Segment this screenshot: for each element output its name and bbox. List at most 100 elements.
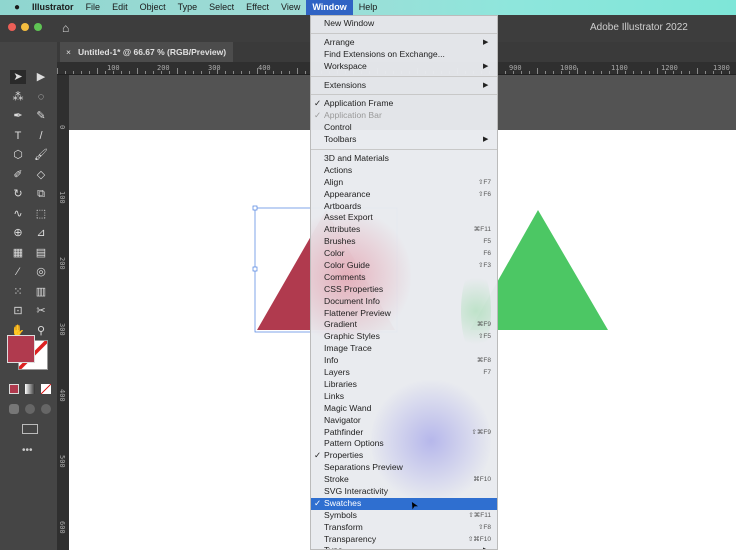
menu-type[interactable]: Type: [172, 0, 204, 15]
menu-item-graphic-styles[interactable]: Graphic Styles ⇧F5: [311, 331, 497, 343]
menu-item-info[interactable]: Info ⌘F8: [311, 355, 497, 367]
menu-item-new-window[interactable]: New Window: [311, 18, 497, 30]
menu-item-layers[interactable]: Layers F7: [311, 367, 497, 379]
menu-item-magic-wand[interactable]: Magic Wand: [311, 403, 497, 415]
lasso-tool-icon[interactable]: ◌: [33, 90, 49, 104]
menu-item-comments[interactable]: Comments: [311, 272, 497, 284]
draw-normal-button[interactable]: [9, 404, 19, 414]
pen-tool-icon[interactable]: ✒: [10, 109, 26, 123]
menu-item-workspace[interactable]: Workspace ▶: [311, 61, 497, 73]
document-tab[interactable]: × Untitled-1* @ 66.67 % (RGB/Preview): [60, 42, 233, 62]
menu-item-type[interactable]: Type▶: [311, 545, 497, 549]
selection-tool-icon[interactable]: ➤: [10, 70, 26, 84]
symbol-sprayer-tool-icon[interactable]: ⁙: [10, 285, 26, 299]
screen-mode-button[interactable]: [22, 424, 38, 434]
shape-tool-icon[interactable]: ⬡: [10, 148, 26, 162]
menu-item-artboards[interactable]: Artboards: [311, 201, 497, 213]
menu-item-3d-and-materials[interactable]: 3D and Materials: [311, 153, 497, 165]
menu-item-attributes[interactable]: Attributes ⌘F11: [311, 224, 497, 236]
gradient-tool-icon[interactable]: ▤: [33, 246, 49, 260]
more-tools-button[interactable]: •••: [22, 445, 33, 456]
menu-item-properties[interactable]: ✓ Properties: [311, 450, 497, 462]
menu-item-color[interactable]: Color F6: [311, 248, 497, 260]
line-tool-icon[interactable]: /: [33, 129, 49, 143]
zoom-tool-icon[interactable]: ⚲: [33, 324, 49, 338]
menu-item-actions[interactable]: Actions: [311, 165, 497, 177]
menu-item-appearance[interactable]: Appearance ⇧F6: [311, 189, 497, 201]
menu-item-document-info[interactable]: Document Info: [311, 296, 497, 308]
blend-tool-icon[interactable]: ◎: [33, 265, 49, 279]
menu-item-gradient[interactable]: Gradient ⌘F9: [311, 319, 497, 331]
gradient-mode-button[interactable]: [25, 384, 35, 394]
type-tool-icon[interactable]: T: [10, 129, 26, 143]
fill-swatch[interactable]: [7, 335, 35, 363]
menu-item-flattener-preview[interactable]: Flattener Preview: [311, 308, 497, 320]
menu-item-libraries[interactable]: Libraries: [311, 379, 497, 391]
menu-item-transparency[interactable]: Transparency ⇧⌘F10: [311, 534, 497, 546]
menu-item-image-trace[interactable]: Image Trace: [311, 343, 497, 355]
menu-item-extensions[interactable]: Extensions ▶: [311, 80, 497, 92]
rotate-tool-icon[interactable]: ↻: [10, 187, 26, 201]
menu-item-stroke[interactable]: Stroke ⌘F10: [311, 474, 497, 486]
draw-inside-button[interactable]: [41, 404, 51, 414]
menu-item-application-bar[interactable]: ✓ Application Bar: [311, 110, 497, 122]
magic-wand-tool-icon[interactable]: ⁂: [10, 90, 26, 104]
shape-builder-tool-icon[interactable]: ⊕: [10, 226, 26, 240]
menu-item-transform[interactable]: Transform ⇧F8: [311, 522, 497, 534]
eraser-tool-icon[interactable]: ◇: [33, 168, 49, 182]
menu-object[interactable]: Object: [134, 0, 172, 15]
menu-item-color-guide[interactable]: Color Guide ⇧F3: [311, 260, 497, 272]
menu-item-swatches[interactable]: ✓ Swatches: [311, 497, 497, 510]
eyedropper-tool-icon[interactable]: ⁄: [10, 265, 26, 279]
draw-behind-button[interactable]: [25, 404, 35, 414]
curvature-tool-icon[interactable]: ✎: [33, 109, 49, 123]
menu-view[interactable]: View: [275, 0, 306, 15]
paintbrush-tool-icon[interactable]: 🖌: [33, 148, 49, 162]
none-mode-button[interactable]: [41, 384, 51, 394]
minimize-window-button[interactable]: [21, 23, 29, 31]
direct-selection-tool-icon[interactable]: ▶: [33, 70, 49, 84]
menu-item-arrange[interactable]: Arrange ▶: [311, 37, 497, 49]
selection-handle[interactable]: [252, 266, 258, 272]
mesh-tool-icon[interactable]: ▦: [10, 246, 26, 260]
menu-item-symbols[interactable]: Symbols ⇧⌘F11: [311, 510, 497, 522]
perspective-tool-icon[interactable]: ⊿: [33, 226, 49, 240]
close-window-button[interactable]: [8, 23, 16, 31]
menu-item-align[interactable]: Align ⇧F7: [311, 177, 497, 189]
apple-menu-icon[interactable]: ●: [0, 0, 26, 15]
menu-item-toolbars[interactable]: Toolbars ▶: [311, 134, 497, 146]
zoom-window-button[interactable]: [34, 23, 42, 31]
shaper-tool-icon[interactable]: ✐: [10, 168, 26, 182]
scale-tool-icon[interactable]: ⧉: [33, 187, 49, 201]
home-icon[interactable]: ⌂: [62, 21, 69, 35]
menu-app[interactable]: Illustrator: [26, 0, 80, 15]
menu-item-links[interactable]: Links: [311, 391, 497, 403]
menu-item-separations-preview[interactable]: Separations Preview: [311, 462, 497, 474]
menu-effect[interactable]: Effect: [240, 0, 275, 15]
slice-tool-icon[interactable]: ✂: [33, 304, 49, 318]
menu-item-find-extensions-on-exchange[interactable]: Find Extensions on Exchange...: [311, 49, 497, 61]
graph-tool-icon[interactable]: ▥: [33, 285, 49, 299]
menu-item-label: Layers: [324, 367, 350, 378]
artboard-tool-icon[interactable]: ⊡: [10, 304, 26, 318]
menu-item-svg-interactivity[interactable]: SVG Interactivity: [311, 486, 497, 498]
close-tab-icon[interactable]: ×: [66, 47, 71, 57]
warp-tool-icon[interactable]: ∿: [10, 207, 26, 221]
menu-help[interactable]: Help: [353, 0, 384, 15]
menu-select[interactable]: Select: [203, 0, 240, 15]
menu-item-brushes[interactable]: Brushes F5: [311, 236, 497, 248]
menu-window[interactable]: Window: [306, 0, 353, 15]
menu-item-pattern-options[interactable]: Pattern Options: [311, 438, 497, 450]
menu-item-css-properties[interactable]: CSS Properties: [311, 284, 497, 296]
selection-handle[interactable]: [252, 205, 258, 211]
menu-item-asset-export[interactable]: Asset Export: [311, 212, 497, 224]
menu-item-application-frame[interactable]: ✓ Application Frame: [311, 98, 497, 110]
menu-edit[interactable]: Edit: [106, 0, 134, 15]
menu-item-label: Actions: [324, 164, 353, 175]
menu-item-navigator[interactable]: Navigator: [311, 415, 497, 427]
free-transform-tool-icon[interactable]: ⬚: [33, 207, 49, 221]
color-mode-button[interactable]: [9, 384, 19, 394]
menu-item-control[interactable]: Control: [311, 122, 497, 134]
menu-item-pathfinder[interactable]: Pathfinder ⇧⌘F9: [311, 427, 497, 439]
menu-file[interactable]: File: [80, 0, 107, 15]
